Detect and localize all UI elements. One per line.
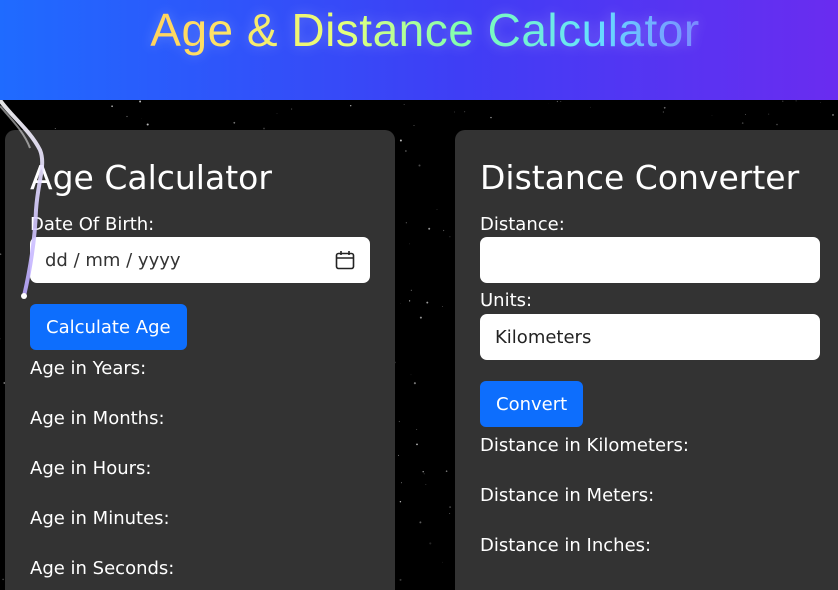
age-calculator-title: Age Calculator: [30, 158, 272, 197]
age-calculator-card: Age Calculator Date Of Birth: dd / mm / …: [5, 130, 395, 590]
calendar-icon[interactable]: [335, 250, 355, 270]
page-title: Age & Distance Calculator: [0, 2, 838, 58]
distance-input[interactable]: [480, 237, 820, 283]
age-minutes-result: Age in Minutes:: [30, 508, 170, 529]
calculate-age-button[interactable]: Calculate Age: [30, 304, 187, 350]
page: Age & Distance Calculator Age Calculator…: [0, 0, 838, 590]
distance-label: Distance:: [480, 214, 565, 235]
age-years-result: Age in Years:: [30, 358, 147, 379]
units-selected-value: Kilometers: [495, 326, 592, 348]
age-seconds-result: Age in Seconds:: [30, 558, 175, 579]
age-months-result: Age in Months:: [30, 408, 165, 429]
convert-button[interactable]: Convert: [480, 381, 584, 427]
dob-input[interactable]: dd / mm / yyyy: [30, 237, 370, 283]
dob-label: Date Of Birth:: [30, 214, 155, 235]
header-banner: Age & Distance Calculator: [0, 0, 838, 100]
distance-converter-card: Distance Converter Distance: Units: Kilo…: [455, 130, 838, 590]
distance-km-result: Distance in Kilometers:: [480, 435, 689, 456]
distance-inches-result: Distance in Inches:: [480, 535, 652, 556]
units-label: Units:: [480, 290, 533, 311]
age-hours-result: Age in Hours:: [30, 458, 152, 479]
distance-converter-title: Distance Converter: [480, 158, 800, 197]
units-select[interactable]: Kilometers: [480, 314, 820, 360]
distance-meters-result: Distance in Meters:: [480, 485, 655, 506]
dob-placeholder: dd / mm / yyyy: [45, 249, 181, 271]
